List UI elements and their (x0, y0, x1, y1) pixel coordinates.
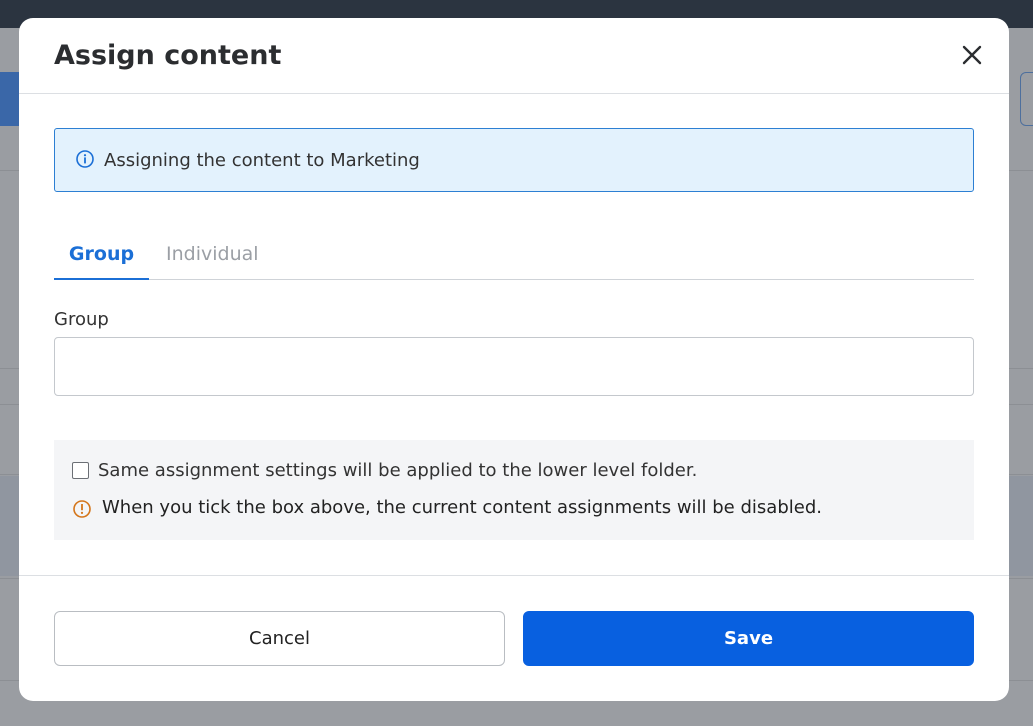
footer-divider (19, 575, 1009, 576)
dialog-header: Assign content (19, 18, 1009, 94)
save-button[interactable]: Save (523, 611, 974, 666)
dialog-title: Assign content (54, 40, 282, 71)
group-input[interactable] (54, 337, 974, 396)
group-field-label: Group (54, 309, 109, 330)
tab-group[interactable]: Group (54, 228, 149, 280)
assignment-tabs: Group Individual (54, 228, 974, 280)
info-banner: Assigning the content to Marketing (54, 128, 974, 192)
warning-icon (73, 500, 91, 518)
assignment-options: Same assignment settings will be applied… (54, 440, 974, 540)
apply-lower-level-label[interactable]: Same assignment settings will be applied… (98, 460, 697, 481)
apply-lower-level-checkbox[interactable] (72, 462, 89, 479)
tab-individual[interactable]: Individual (166, 228, 259, 280)
close-icon (962, 45, 982, 65)
background-secondary-button (1020, 72, 1033, 126)
close-button[interactable] (959, 42, 985, 68)
info-message: Assigning the content to Marketing (104, 150, 420, 171)
assign-content-dialog: Assign content Assigning the content to … (19, 18, 1009, 701)
warning-message: When you tick the box above, the current… (102, 497, 822, 518)
cancel-button[interactable]: Cancel (54, 611, 505, 666)
info-icon (76, 150, 94, 168)
